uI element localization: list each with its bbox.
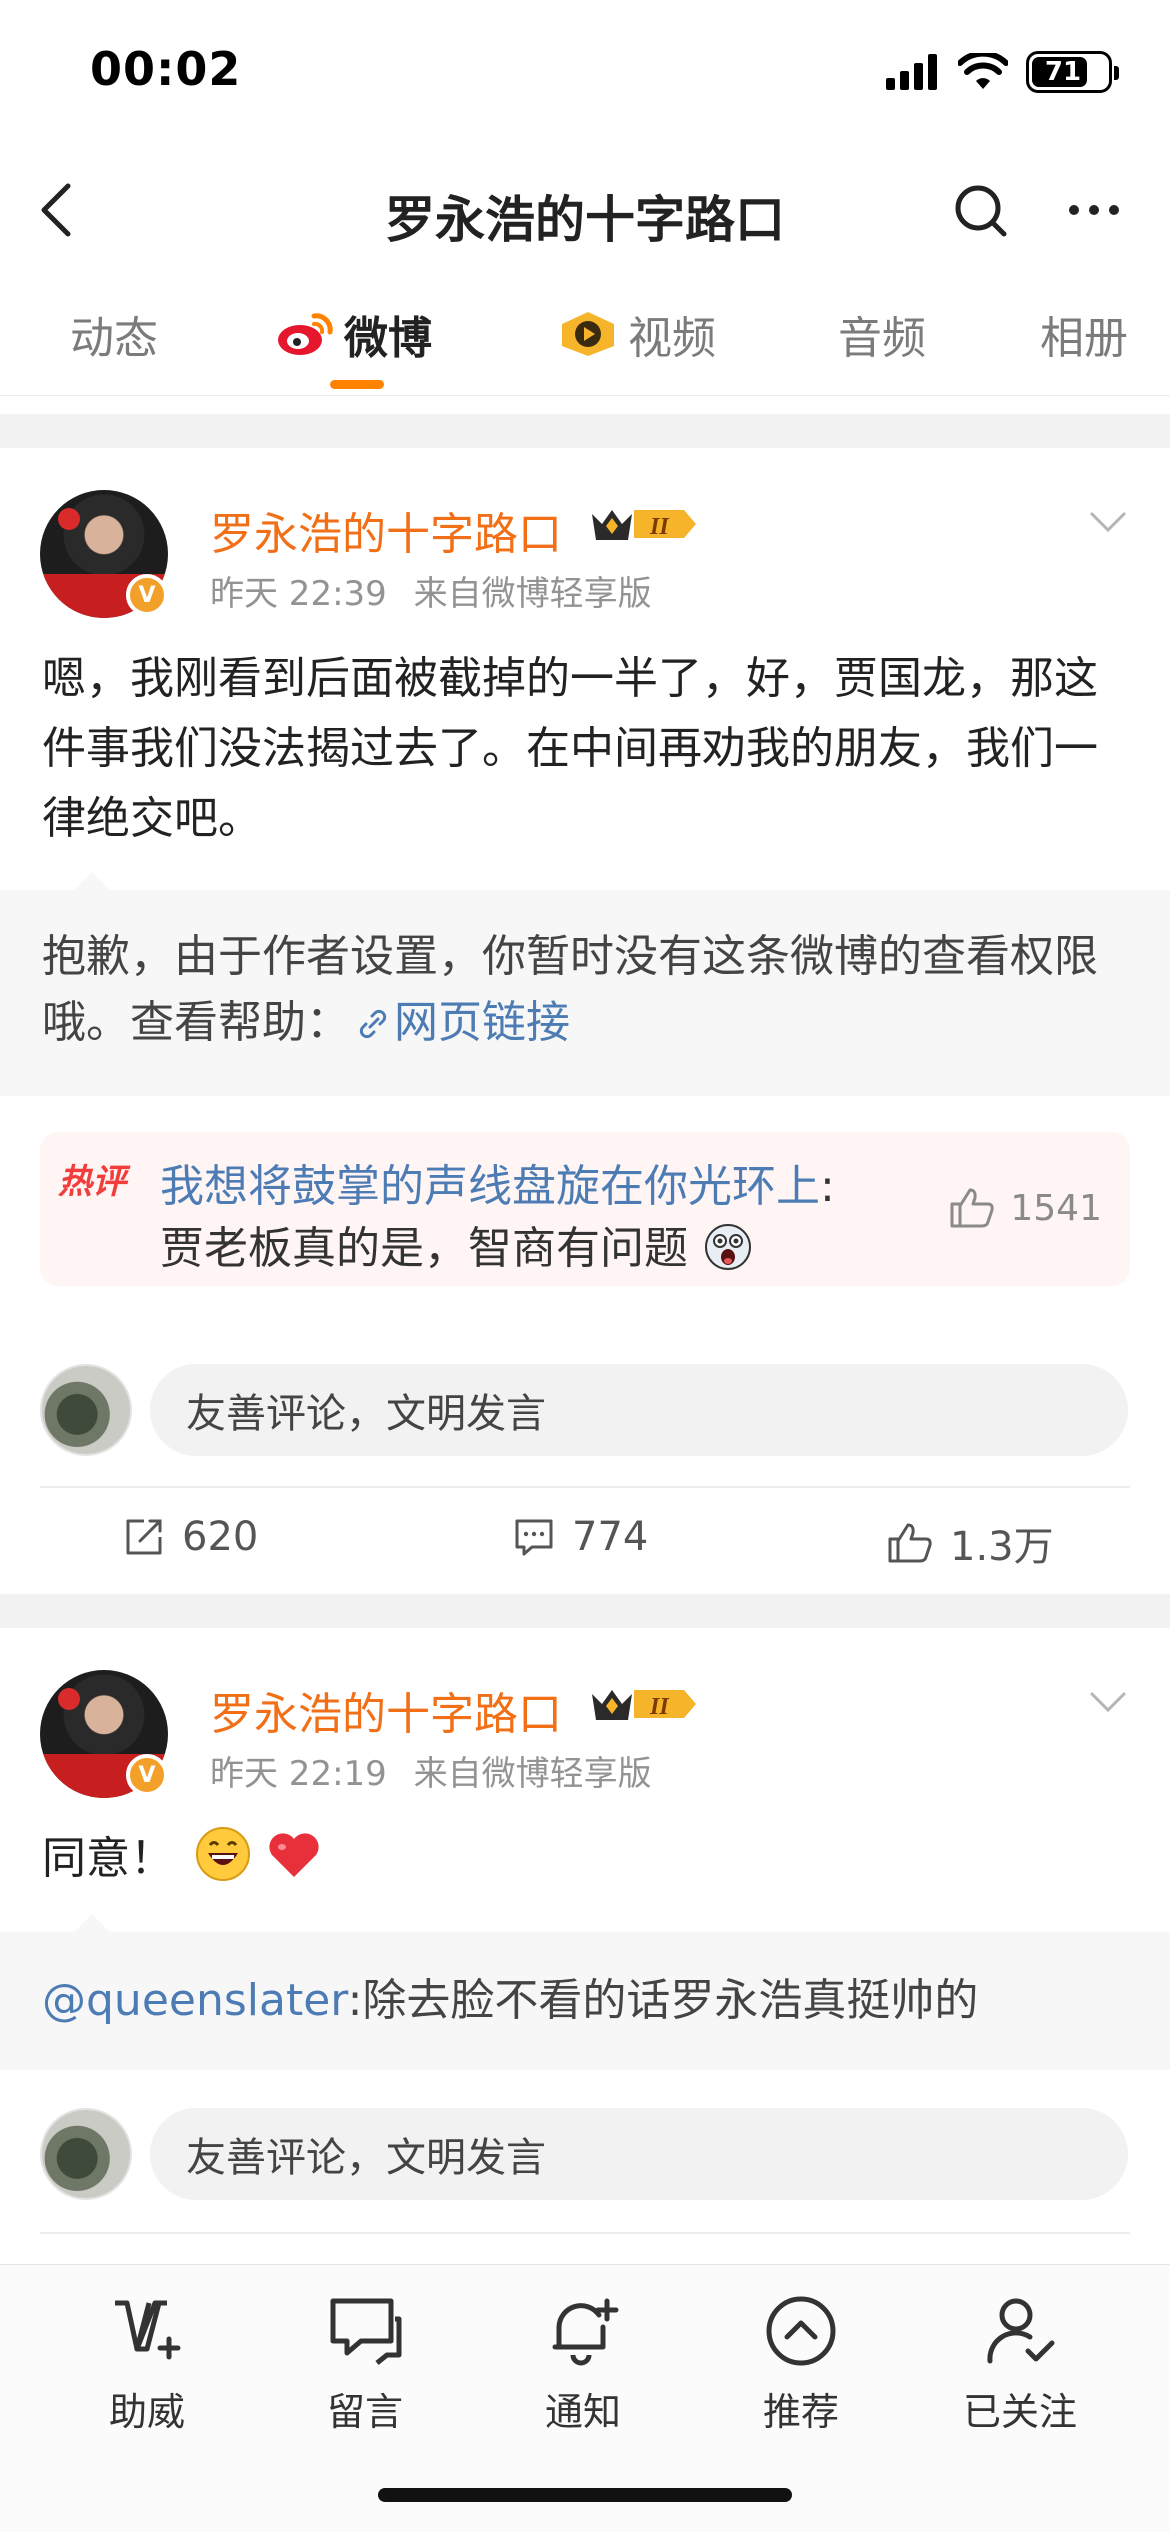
repost-button[interactable]: 620 bbox=[122, 1514, 258, 1560]
my-avatar[interactable] bbox=[40, 2108, 132, 2200]
tab-audio[interactable]: 音频 bbox=[838, 302, 926, 366]
divider bbox=[0, 1594, 1170, 1628]
author-name[interactable]: 罗永浩的十字路口 bbox=[210, 1678, 562, 1742]
search-icon[interactable] bbox=[948, 178, 1012, 242]
chevron-down-icon[interactable] bbox=[1086, 1680, 1130, 1724]
comment-input[interactable]: 友善评论，文明发言 bbox=[150, 2108, 1128, 2200]
wifi-icon bbox=[958, 53, 1008, 89]
signal-icon bbox=[886, 54, 937, 90]
followed-icon bbox=[987, 2298, 1055, 2364]
weibo-post: V 罗永浩的十字路口 II 昨天 22:39 来自微博轻享版 嗯，我刚看到后面被… bbox=[0, 448, 1170, 1594]
message-icon bbox=[330, 2298, 402, 2365]
heart-icon bbox=[269, 1833, 319, 1877]
comment-input-row: 友善评论，文明发言 bbox=[0, 2104, 1170, 2204]
tab-label: 相册 bbox=[1040, 313, 1128, 364]
verified-badge-icon: V bbox=[126, 574, 168, 616]
recommend-icon bbox=[766, 2296, 836, 2366]
message-button[interactable]: 留言 bbox=[295, 2291, 435, 2436]
hot-comment-like[interactable]: 1541 bbox=[948, 1186, 1102, 1230]
repost-box[interactable]: @queenslater:除去脸不看的话罗永浩真挺帅的 bbox=[0, 1914, 1170, 2070]
post-time: 昨天 22:19 bbox=[210, 1754, 387, 1794]
post-actions: 620 774 1.3万 bbox=[40, 1486, 1130, 1594]
status-bar: 00:02 71 bbox=[0, 0, 1170, 150]
link-icon bbox=[359, 1009, 387, 1039]
hot-comment[interactable]: 热评 我想将鼓掌的声线盘旋在你光环上: 贾老板真的是，智商有问题 1541 bbox=[40, 1132, 1130, 1286]
profile-tabs: 动态 微博 视频 音频 相册 bbox=[0, 270, 1170, 396]
divider bbox=[0, 414, 1170, 448]
post-meta: 昨天 22:19 来自微博轻享版 bbox=[210, 1746, 652, 1795]
cheer-button[interactable]: 助威 bbox=[77, 2291, 217, 2436]
recommend-label: 推荐 bbox=[762, 2390, 839, 2434]
hot-comment-badge: 热评 bbox=[58, 1162, 126, 1202]
repost-user-link[interactable]: @queenslater bbox=[42, 1975, 348, 2026]
post-source: 来自微博轻享版 bbox=[413, 574, 652, 614]
comment-input[interactable]: 友善评论，文明发言 bbox=[150, 1364, 1128, 1456]
hot-comment-text: 贾老板真的是，智商有问题 bbox=[160, 1212, 754, 1276]
weibo-logo-icon bbox=[278, 313, 333, 355]
post-text: 同意！ bbox=[42, 1824, 1130, 1894]
more-icon[interactable] bbox=[1062, 178, 1126, 242]
repost-text: 抱歉，由于作者设置，你暂时没有这条微博的查看权限哦。查看帮助： 网页链接 bbox=[42, 931, 1098, 1048]
tab-label: 视频 bbox=[628, 313, 716, 364]
battery-icon: 71 bbox=[1026, 51, 1119, 93]
battery-percent: 71 bbox=[1044, 57, 1082, 87]
vip-crown-icon: II bbox=[592, 510, 696, 540]
repost-box[interactable]: 抱歉，由于作者设置，你暂时没有这条微博的查看权限哦。查看帮助： 网页链接 bbox=[0, 872, 1170, 1096]
post-time: 昨天 22:39 bbox=[210, 574, 387, 614]
chevron-down-icon[interactable] bbox=[1086, 500, 1130, 544]
message-label: 留言 bbox=[326, 2390, 403, 2434]
notification-button[interactable]: 通知 bbox=[513, 2291, 653, 2436]
thumbs-up-icon bbox=[950, 1188, 995, 1228]
post-meta: 昨天 22:39 来自微博轻享版 bbox=[210, 566, 652, 615]
repost-text: @queenslater:除去脸不看的话罗永浩真挺帅的 bbox=[42, 1975, 979, 2026]
vip-level: II bbox=[649, 514, 670, 540]
cheer-icon bbox=[115, 2300, 181, 2360]
vip-level: II bbox=[649, 1694, 670, 1720]
tab-label: 音频 bbox=[838, 313, 926, 364]
post-source: 来自微博轻享版 bbox=[413, 1754, 652, 1794]
like-button[interactable]: 1.3万 bbox=[886, 1514, 1054, 1572]
tab-album[interactable]: 相册 bbox=[1040, 302, 1128, 366]
video-play-icon bbox=[562, 312, 614, 356]
comment-input-row: 友善评论，文明发言 bbox=[0, 1360, 1170, 1460]
cheer-label: 助威 bbox=[108, 2390, 185, 2434]
bell-icon bbox=[552, 2298, 619, 2366]
vip-crown-icon: II bbox=[592, 1690, 696, 1720]
tab-weibo[interactable]: 微博 bbox=[276, 302, 432, 366]
status-time: 00:02 bbox=[90, 42, 242, 96]
verified-badge-icon: V bbox=[126, 1754, 168, 1796]
home-indicator[interactable] bbox=[378, 2488, 792, 2502]
hot-comment-user[interactable]: 我想将鼓掌的声线盘旋在你光环上: bbox=[160, 1150, 835, 1214]
post-text: 嗯，我刚看到后面被截掉的一半了，好，贾国龙，那这件事我们没法揭过去了。在中间再劝… bbox=[42, 653, 1098, 844]
followed-label: 已关注 bbox=[962, 2390, 1077, 2434]
weibo-post: V 罗永浩的十字路口 II 昨天 22:19 来自微博轻享版 同意！ @quee… bbox=[0, 1628, 1170, 2264]
laughing-emoji-icon bbox=[196, 1827, 250, 1881]
web-link[interactable]: 网页链接 bbox=[350, 997, 570, 1048]
thumbs-up-icon bbox=[888, 1523, 932, 1563]
recommend-button[interactable]: 推荐 bbox=[731, 2291, 871, 2436]
tab-label: 微博 bbox=[344, 313, 432, 364]
comment-icon bbox=[515, 1519, 553, 1556]
tab-label: 动态 bbox=[70, 313, 158, 364]
tab-dynamic[interactable]: 动态 bbox=[70, 302, 158, 366]
shocked-emoji-icon bbox=[705, 1224, 751, 1270]
followed-button[interactable]: 已关注 bbox=[950, 2291, 1090, 2436]
repost-icon bbox=[126, 1519, 162, 1555]
nav-bar: 罗永浩的十字路口 bbox=[0, 150, 1170, 270]
author-name[interactable]: 罗永浩的十字路口 bbox=[210, 498, 562, 562]
post-actions bbox=[40, 2232, 1130, 2264]
my-avatar[interactable] bbox=[40, 1364, 132, 1456]
status-icons: 71 bbox=[886, 48, 1119, 96]
notification-label: 通知 bbox=[544, 2390, 621, 2434]
comment-button[interactable]: 774 bbox=[512, 1514, 648, 1560]
active-tab-indicator bbox=[330, 380, 384, 389]
tab-video[interactable]: 视频 bbox=[558, 302, 716, 366]
